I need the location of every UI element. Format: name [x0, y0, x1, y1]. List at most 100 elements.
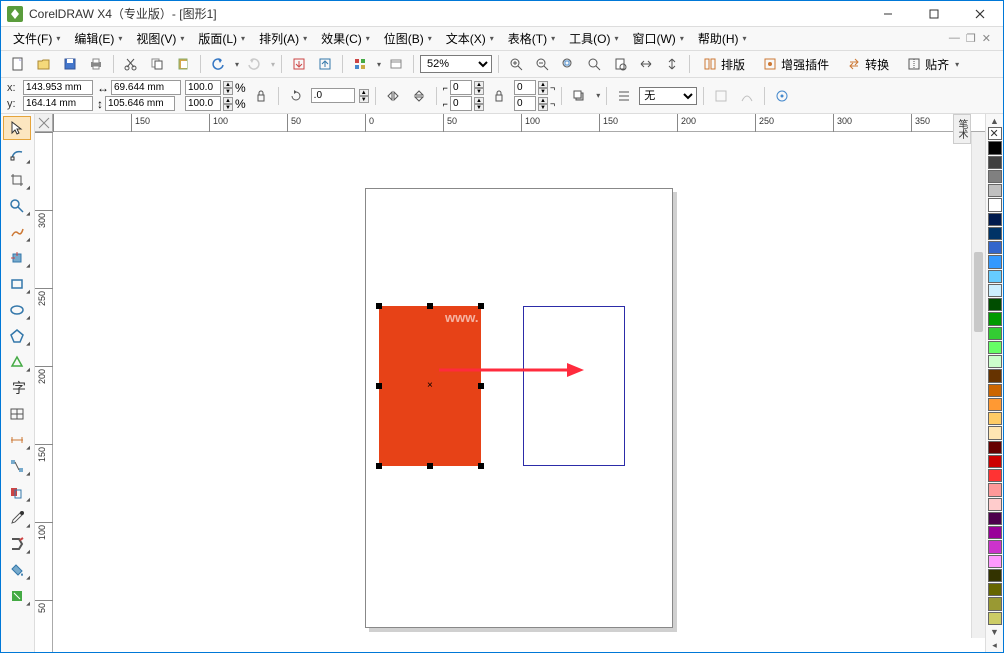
outline-tool[interactable]: ◢ — [3, 532, 31, 556]
freehand-tool[interactable]: ◢ — [3, 220, 31, 244]
spin-up[interactable]: ▲ — [223, 97, 233, 104]
color-swatch[interactable] — [988, 526, 1002, 539]
color-swatch[interactable] — [988, 198, 1002, 211]
color-swatch[interactable] — [988, 284, 1002, 297]
palette-scroll-down[interactable]: ▼ — [987, 626, 1003, 639]
color-swatch[interactable] — [988, 327, 1002, 340]
maximize-button[interactable] — [911, 1, 957, 27]
outline-rectangle[interactable] — [523, 306, 625, 466]
menu-table[interactable]: 表格(T)▾ — [502, 28, 561, 49]
color-swatch[interactable] — [988, 355, 1002, 368]
redo-button[interactable] — [243, 53, 265, 75]
shape-tool[interactable]: ◢ — [3, 142, 31, 166]
color-swatch[interactable] — [988, 213, 1002, 226]
menu-effects[interactable]: 效果(C)▾ — [315, 28, 376, 49]
menu-view[interactable]: 视图(V)▾ — [130, 28, 190, 49]
palette-scroll-up[interactable]: ▲ — [987, 114, 1003, 127]
color-swatch[interactable] — [988, 583, 1002, 596]
spin-down[interactable]: ▼ — [223, 104, 233, 111]
menu-bitmaps[interactable]: 位图(B)▾ — [378, 28, 438, 49]
fill-tool[interactable]: ◢ — [3, 558, 31, 582]
corner-tl-input[interactable] — [450, 80, 472, 95]
color-swatch[interactable] — [988, 184, 1002, 197]
welcome-button[interactable] — [385, 53, 407, 75]
to-front-button[interactable] — [568, 85, 590, 107]
options-button[interactable] — [771, 85, 793, 107]
lock-ratio-button[interactable] — [250, 85, 272, 107]
eyedropper-tool[interactable]: ◢ — [3, 506, 31, 530]
polygon-tool[interactable]: ◢ — [3, 324, 31, 348]
cut-button[interactable] — [120, 53, 142, 75]
zoom-out-button[interactable] — [531, 53, 553, 75]
redo-dropdown[interactable]: ▾ — [271, 60, 275, 69]
spin-down[interactable]: ▼ — [359, 96, 369, 103]
color-swatch[interactable] — [988, 227, 1002, 240]
corner-bl-input[interactable] — [450, 96, 472, 111]
connector-tool[interactable]: ◢ — [3, 454, 31, 478]
spin-down[interactable]: ▼ — [223, 88, 233, 95]
mdi-close-icon[interactable]: ✕ — [982, 32, 991, 45]
color-swatch[interactable] — [988, 569, 1002, 582]
color-swatch[interactable] — [988, 398, 1002, 411]
interactive-tool[interactable]: ◢ — [3, 480, 31, 504]
mdi-restore-icon[interactable]: ❐ — [966, 32, 976, 45]
corner-lock-button[interactable] — [488, 85, 510, 107]
menu-edit[interactable]: 编辑(E)▾ — [68, 28, 128, 49]
color-swatch[interactable] — [988, 426, 1002, 439]
crop-tool[interactable]: ◢ — [3, 168, 31, 192]
spin-up[interactable]: ▲ — [359, 89, 369, 96]
smart-fill-tool[interactable]: ◢ — [3, 246, 31, 270]
mirror-h-button[interactable] — [382, 85, 404, 107]
zoom-all-button[interactable] — [583, 53, 605, 75]
zoom-selection-button[interactable] — [557, 53, 579, 75]
convert-button[interactable]: 转换 — [840, 53, 896, 75]
paste-button[interactable] — [172, 53, 194, 75]
app-launcher-dropdown[interactable]: ▾ — [377, 60, 381, 69]
zoom-height-button[interactable] — [661, 53, 683, 75]
color-swatch[interactable] — [988, 156, 1002, 169]
app-launcher-button[interactable] — [349, 53, 371, 75]
color-swatch[interactable] — [988, 412, 1002, 425]
color-swatch[interactable] — [988, 455, 1002, 468]
basic-shapes-tool[interactable]: ◢ — [3, 350, 31, 374]
copy-button[interactable] — [146, 53, 168, 75]
menu-window[interactable]: 窗口(W)▾ — [626, 28, 689, 49]
color-swatch[interactable] — [988, 512, 1002, 525]
docker-tab[interactable]: 笔术 — [953, 114, 971, 144]
zoom-page-button[interactable] — [609, 53, 631, 75]
text-tool[interactable]: 字 — [3, 376, 31, 400]
color-swatch[interactable] — [988, 170, 1002, 183]
plugin-button[interactable]: 增强插件 — [756, 53, 836, 75]
spin-up[interactable]: ▲ — [223, 81, 233, 88]
pos-x-input[interactable] — [23, 80, 93, 95]
import-button[interactable] — [288, 53, 310, 75]
color-swatch[interactable] — [988, 498, 1002, 511]
rotation-input[interactable] — [311, 88, 355, 103]
undo-dropdown[interactable]: ▾ — [235, 60, 239, 69]
color-swatch[interactable] — [988, 555, 1002, 568]
scrollbar-vertical[interactable] — [971, 132, 985, 638]
color-swatch[interactable] — [988, 597, 1002, 610]
color-swatch[interactable] — [988, 241, 1002, 254]
mirror-v-button[interactable] — [408, 85, 430, 107]
minimize-button[interactable] — [865, 1, 911, 27]
open-button[interactable] — [33, 53, 55, 75]
zoom-tool[interactable]: ◢ — [3, 194, 31, 218]
color-swatch[interactable] — [988, 255, 1002, 268]
close-button[interactable] — [957, 1, 1003, 27]
color-swatch[interactable] — [988, 127, 1002, 140]
color-swatch[interactable] — [988, 270, 1002, 283]
snap-button[interactable]: 贴齐▾ — [900, 53, 966, 75]
new-button[interactable] — [7, 53, 29, 75]
ruler-origin[interactable] — [35, 114, 53, 132]
ruler-vertical[interactable]: 30025020015010050 — [35, 132, 53, 652]
zoom-in-button[interactable] — [505, 53, 527, 75]
ellipse-tool[interactable]: ◢ — [3, 298, 31, 322]
canvas-viewport[interactable]: × www. — [53, 132, 985, 652]
color-swatch[interactable] — [988, 384, 1002, 397]
menu-arrange[interactable]: 排列(A)▾ — [253, 28, 313, 49]
width-input[interactable] — [111, 80, 181, 95]
paiban-button[interactable]: 排版 — [696, 53, 752, 75]
zoom-select[interactable]: 52% — [420, 55, 492, 73]
menu-help[interactable]: 帮助(H)▾ — [692, 28, 753, 49]
